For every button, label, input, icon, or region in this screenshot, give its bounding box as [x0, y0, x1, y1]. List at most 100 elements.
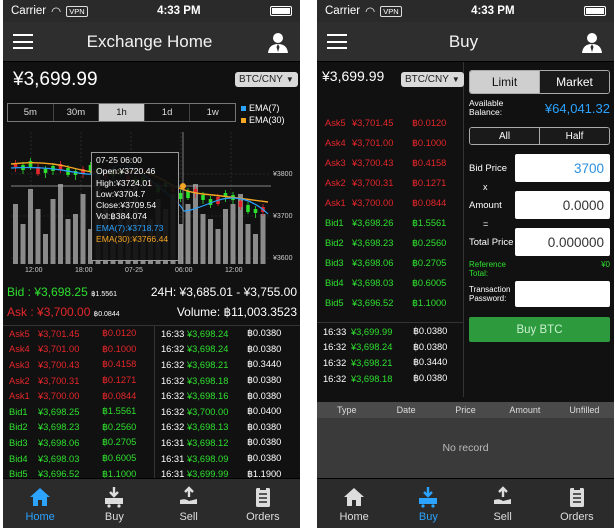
col-date: Date	[396, 405, 416, 415]
bid-price: ¥3,698.23	[352, 238, 394, 248]
bid-level: Bid3	[325, 258, 344, 268]
user-icon[interactable]	[266, 30, 290, 54]
nav-bar: Buy	[317, 22, 614, 62]
volume-bar	[73, 214, 78, 264]
dropdown-arrow-icon: ▼	[285, 75, 294, 84]
ask-row[interactable]: Ask2 ¥3,700.31 ฿0.1271	[317, 173, 463, 193]
trade-price: ¥3,700.00	[187, 406, 229, 417]
trade-time: 16:32	[323, 357, 347, 368]
trade-row: 16:32 ¥3,698.21 ฿0.3440	[155, 357, 300, 373]
timeframe-30m[interactable]: 30m	[54, 104, 100, 121]
trade-amount: ฿0.3440	[413, 357, 448, 368]
ask-row[interactable]: Ask3 ¥3,700.43 ฿0.4158	[3, 357, 154, 373]
trade-row: 16:32 ¥3,698.24 ฿0.0380	[155, 342, 300, 358]
ema30-swatch	[241, 118, 246, 124]
bid-row[interactable]: Bid4 ¥3,698.03 ฿0.6005	[317, 273, 463, 293]
tab-home[interactable]: Home	[317, 479, 391, 528]
bid-amount: ฿0.6005	[412, 277, 447, 288]
buy-btc-button[interactable]: Buy BTC	[469, 317, 610, 342]
buy-icon	[419, 487, 438, 508]
bid-row[interactable]: Bid3 ¥3,698.06 ฿0.2705	[317, 253, 463, 273]
tooltip-ema30: ¥3766.44	[132, 234, 169, 245]
ask-row[interactable]: Ask4 ¥3,701.00 ฿0.1000	[3, 342, 154, 358]
tab-orders[interactable]: Orders	[540, 479, 614, 528]
volume-bar	[80, 194, 86, 264]
bid-price: ¥3,698.06	[38, 437, 80, 448]
tooltip-ema7: ¥3718.73	[127, 222, 164, 233]
ask-level: Ask1	[9, 391, 30, 402]
total-price-input[interactable]: 0.000000	[515, 228, 610, 256]
ask-row[interactable]: Ask5 ¥3,701.45 ฿0.0120	[317, 113, 463, 133]
pair-selector[interactable]: BTC/CNY ▼	[401, 72, 464, 87]
tab-sell[interactable]: Sell	[152, 479, 226, 528]
trade-amount: ฿0.0380	[413, 341, 448, 352]
trade-price: ¥3,698.24	[187, 328, 229, 339]
volume-bar	[230, 204, 236, 264]
trade-row: 16:33 ¥3,698.24 ฿0.0380	[155, 326, 300, 342]
ask-row[interactable]: Ask1 ¥3,700.00 ฿0.0844	[317, 193, 463, 213]
timeframe-1w[interactable]: 1w	[190, 104, 235, 121]
trade-row: 16:32 ¥3,698.21 ฿0.3440	[317, 355, 463, 371]
bid-row[interactable]: Bid2 ¥3,698.23 ฿0.2560	[3, 420, 154, 436]
wifi-icon: ◠	[51, 6, 62, 18]
bid-row[interactable]: Bid1 ¥3,698.25 ฿1.5561	[3, 404, 154, 420]
transaction-password-input[interactable]	[515, 281, 610, 307]
buy-screen: Carrier ◠ VPN 4:33 PM Buy ¥3,699.99 BTC/…	[317, 0, 614, 528]
ask-amount: ฿0.4158	[102, 359, 137, 370]
tab-sell[interactable]: Sell	[466, 479, 540, 528]
timeframe-1h[interactable]: 1h	[99, 104, 145, 121]
user-icon[interactable]	[580, 30, 604, 54]
tooltip-close-label: Close:	[96, 200, 121, 211]
ask-row[interactable]: Ask4 ¥3,701.00 ฿0.1000	[317, 133, 463, 153]
bid-row[interactable]: Bid5 ¥3,696.52 ฿1.1000	[317, 293, 463, 313]
menu-icon[interactable]	[327, 34, 347, 49]
trade-row: 16:32 ¥3,698.18 ฿0.0380	[155, 373, 300, 389]
bid-row[interactable]: Bid3 ¥3,698.06 ฿0.2705	[3, 435, 154, 451]
market-tab[interactable]: Market	[539, 71, 609, 93]
trade-price: ¥3,698.09	[187, 453, 229, 464]
bid-row[interactable]: Bid1 ¥3,698.26 ฿1.5561	[317, 213, 463, 233]
tab-home[interactable]: Home	[3, 479, 77, 528]
ask-row[interactable]: Ask2 ¥3,700.31 ฿0.1271	[3, 373, 154, 389]
tab-orders[interactable]: Orders	[226, 479, 300, 528]
trade-time: 16:33	[323, 326, 347, 337]
ask-price: ¥3,701.00	[38, 344, 80, 355]
trade-row: 16:32 ¥3,698.18 ฿0.0380	[317, 371, 463, 387]
carrier-label: Carrier	[11, 5, 47, 17]
last-price: ¥3,699.99	[322, 68, 385, 84]
timeframe-1d[interactable]: 1d	[145, 104, 191, 121]
trade-time: 16:32	[161, 359, 185, 370]
last-price: ¥3,699.99	[13, 69, 98, 90]
tooltip-high: ¥3724.01	[116, 177, 152, 188]
status-bar: Carrier ◠ VPN 4:33 PM	[317, 0, 614, 22]
tooltip-high-label: High:	[96, 177, 117, 188]
tab-bar: Home Buy Sell Orders	[317, 478, 614, 528]
tab-buy[interactable]: Buy	[391, 479, 465, 528]
all-button[interactable]: All	[470, 128, 539, 144]
orders-table-header: Type Date Price Amount Unfilled	[317, 402, 614, 418]
bid-row[interactable]: Bid2 ¥3,698.23 ฿0.2560	[317, 233, 463, 253]
ask-price: ¥3,700.00	[37, 305, 91, 319]
half-button[interactable]: Half	[539, 128, 609, 144]
volume-bar	[50, 199, 56, 264]
ask-row[interactable]: Ask3 ¥3,700.43 ฿0.4158	[317, 153, 463, 173]
tooltip-open-label: Open:	[96, 166, 120, 177]
bid-row[interactable]: Bid4 ¥3,698.03 ฿0.6005	[3, 451, 154, 467]
limit-tab[interactable]: Limit	[470, 71, 539, 93]
ask-row[interactable]: Ask5 ¥3,701.45 ฿0.0120	[3, 326, 154, 342]
pair-selector[interactable]: BTC/CNY ▼	[235, 72, 298, 87]
bid-level: Bid5	[325, 298, 344, 308]
ask-row[interactable]: Ask1 ¥3,700.00 ฿0.0844	[3, 388, 154, 404]
bid-price-input[interactable]: 3700	[515, 154, 610, 182]
tab-buy[interactable]: Buy	[77, 479, 151, 528]
timeframe-5m[interactable]: 5m	[8, 104, 54, 121]
amount-input[interactable]: 0.0000	[515, 191, 610, 219]
bid-price: ¥3,698.06	[352, 258, 394, 268]
volume-bar	[260, 214, 266, 264]
menu-icon[interactable]	[13, 34, 33, 49]
clock: 4:33 PM	[471, 5, 515, 17]
ask-amount: ฿0.4158	[412, 157, 447, 168]
volume-bar	[245, 224, 251, 264]
bid-level: Bid3	[9, 437, 28, 448]
reference-total-label: Reference Total:	[469, 260, 506, 278]
